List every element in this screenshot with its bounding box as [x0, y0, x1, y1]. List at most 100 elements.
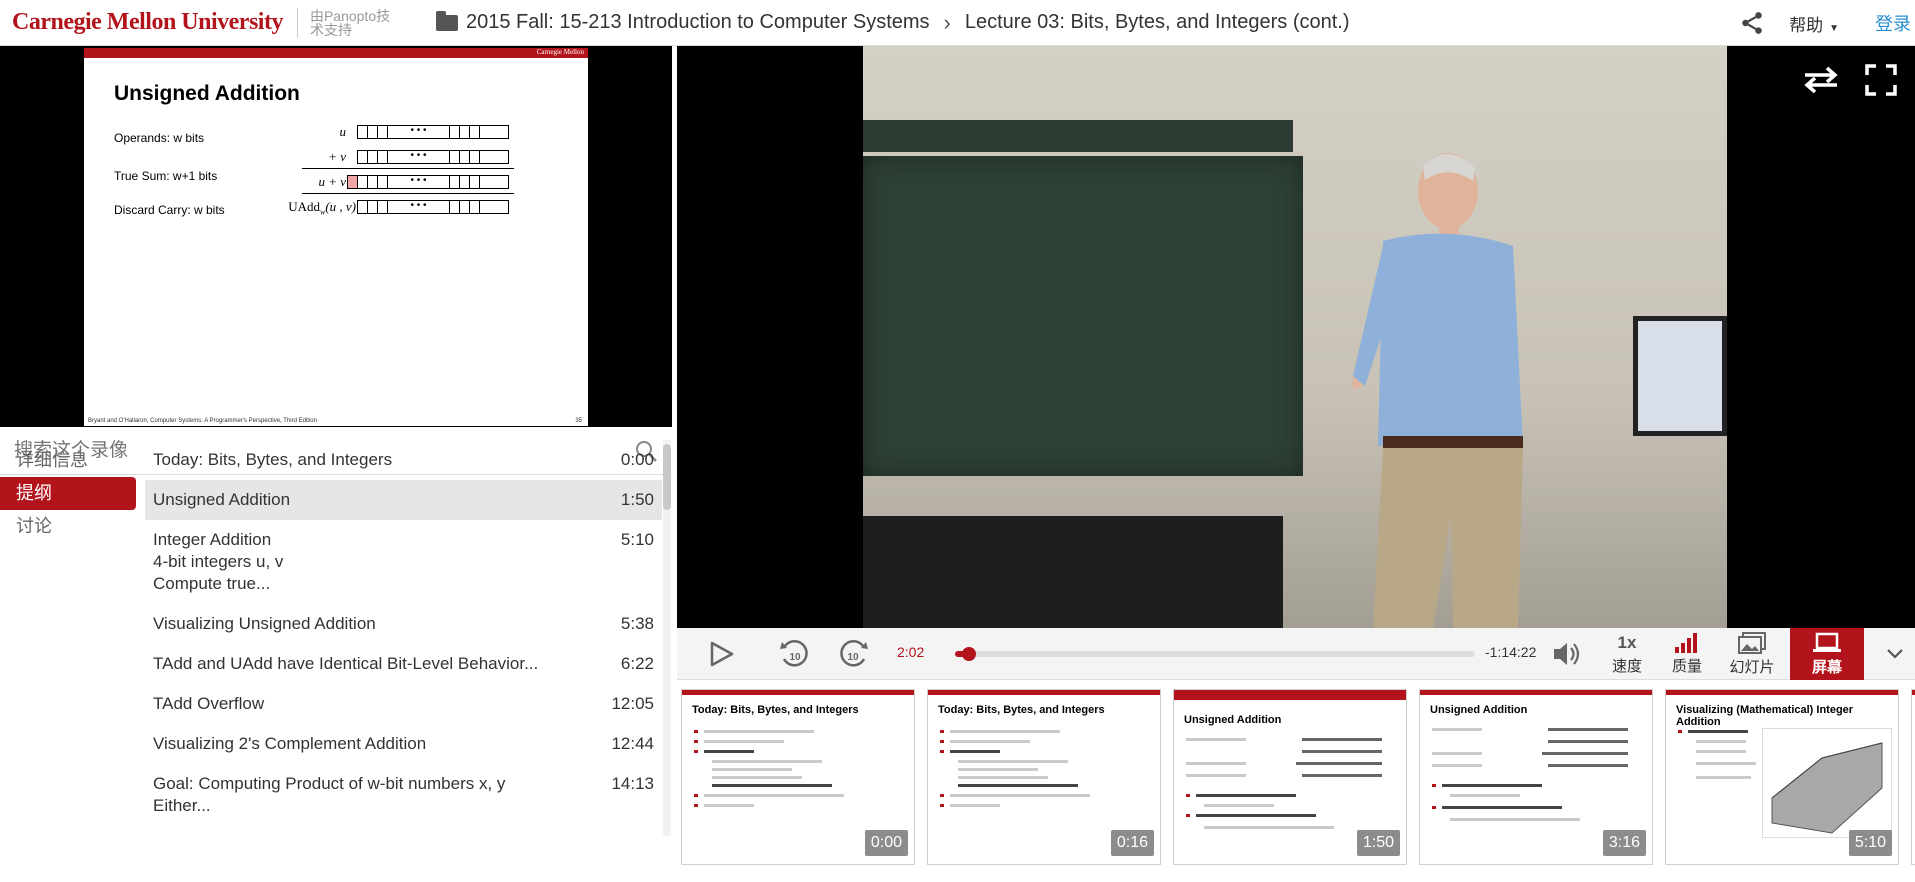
quality-button[interactable]: 质量: [1665, 628, 1709, 680]
outline-item-time: 6:22: [620, 654, 654, 673]
rewind-10-icon[interactable]: 10: [777, 628, 811, 680]
swap-streams-icon[interactable]: [1801, 64, 1841, 96]
sidebar-tabs: 详细信息 提纲 讨论: [0, 444, 136, 543]
thumbnail-time: 1:50: [1356, 830, 1400, 856]
slide-row-true-sum: True Sum: w+1 bits: [114, 169, 218, 183]
bitbox-u: • • •: [357, 125, 509, 139]
share-icon[interactable]: [1739, 10, 1765, 36]
outline-item-subtext: 4-bit integers u, v: [153, 552, 284, 571]
outline-scrollbar[interactable]: [663, 440, 671, 836]
player-controls: 10 10 2:02 -1:14:22 1x 速度 质量 幻灯片 屏幕: [677, 628, 1915, 680]
play-icon[interactable]: [705, 628, 735, 680]
progress-handle[interactable]: [961, 647, 976, 661]
outline-item[interactable]: Goal: Computing Product of w-bit numbers…: [145, 764, 662, 826]
outline-item[interactable]: Visualizing Unsigned Addition 5:38: [145, 604, 662, 644]
tab-details[interactable]: 详细信息: [0, 444, 136, 477]
thumbnail-time: 0:00: [864, 830, 908, 856]
outline-item[interactable]: TAdd Overflow 12:05: [145, 684, 662, 724]
slide-row-operands: Operands: w bits: [114, 131, 205, 145]
slide-header-bar: [84, 48, 588, 58]
outline-item-time: 0:00: [620, 450, 654, 469]
slide-row-discard-carry: Discard Carry: w bits: [114, 203, 225, 217]
bit-dots: • • •: [388, 176, 450, 188]
slides-button[interactable]: 幻灯片: [1727, 628, 1777, 680]
uadd-name: UAdd: [288, 199, 320, 214]
help-label: 帮助: [1789, 15, 1824, 35]
slide-page-number: 35: [575, 418, 582, 424]
outline-item[interactable]: Integer Addition 4-bit integers u, v Com…: [145, 520, 662, 604]
slide-title: Unsigned Addition: [114, 82, 300, 105]
thumbnail-header: [1420, 690, 1652, 695]
outline-item-title: Integer Addition: [153, 530, 272, 549]
laptop-icon: [1813, 632, 1841, 652]
outline-item-selected[interactable]: Unsigned Addition 1:50: [145, 480, 662, 520]
tab-outline[interactable]: 提纲: [0, 477, 136, 510]
outline-item-title: Goal: Computing Product of w-bit numbers…: [153, 774, 506, 793]
help-menu[interactable]: 帮助 ▼: [1789, 11, 1839, 36]
lecturer-figure: [1353, 153, 1523, 628]
bitbox-uadd: • • •: [357, 200, 509, 214]
outline-item[interactable]: Today: Bits, Bytes, and Integers 0:00: [145, 440, 662, 480]
thumbnail-header: [1666, 690, 1898, 695]
video-player[interactable]: [677, 46, 1915, 628]
volume-icon[interactable]: [1549, 628, 1583, 680]
bitbox-v: • • •: [357, 150, 509, 164]
thumbnail-time: 0:16: [1110, 830, 1154, 856]
thumbnail-time: 3:16: [1602, 830, 1646, 856]
chevron-down-icon[interactable]: [1883, 628, 1907, 680]
thumbnail[interactable]: Unsigned Addition 3:16: [1419, 689, 1653, 865]
thumbnail[interactable]: Visualizing (Mathematical) Integer Addit…: [1665, 689, 1899, 865]
tab-discussion[interactable]: 讨论: [0, 510, 136, 543]
speed-button[interactable]: 1x 速度: [1605, 628, 1649, 680]
breadcrumb-lecture-title: Lecture 03: Bits, Bytes, and Integers (c…: [964, 11, 1350, 33]
fullscreen-icon[interactable]: [1865, 64, 1897, 96]
uadd-args: (u , v): [325, 199, 356, 214]
speed-label: 速度: [1611, 657, 1642, 675]
elapsed-time: 2:02: [897, 644, 925, 660]
current-slide[interactable]: Carnegie Mellon Unsigned Addition Operan…: [84, 48, 588, 426]
signal-bars-icon: [1675, 632, 1697, 653]
thumbnail[interactable]: Today: Bits, Bytes, and Integers 0:16: [927, 689, 1161, 865]
screen-label: 屏幕: [1811, 658, 1842, 676]
outline-item[interactable]: Visualizing 2's Complement Addition 12:4…: [145, 724, 662, 764]
svg-text:10: 10: [847, 652, 859, 663]
outline-item-title: Unsigned Addition: [153, 490, 291, 509]
outline-item-subtext: Compute true...: [153, 574, 271, 593]
lecture-desk: [863, 516, 1283, 628]
thumbnail[interactable]: Today: Bits, Bytes, and Integers 0:00: [681, 689, 915, 865]
slide-var-u-plus-v: u + v: [318, 174, 346, 189]
chalkboard-lower: [863, 156, 1303, 476]
outline-item-subtext: Either...: [153, 796, 211, 815]
thumbnail-title: Unsigned Addition: [1430, 704, 1528, 716]
powered-by-text[interactable]: 由Panopto技术支持: [310, 9, 400, 37]
thumbnail-header: [928, 690, 1160, 695]
thumbnail-selected[interactable]: Unsigned Addition 1:50: [1173, 689, 1407, 865]
quality-label: 质量: [1671, 657, 1702, 675]
svg-text:10: 10: [789, 652, 801, 663]
login-link[interactable]: 登录: [1875, 10, 1911, 36]
slides-label: 幻灯片: [1729, 658, 1775, 676]
outline-item[interactable]: TAdd and UAdd have Identical Bit-Level B…: [145, 644, 662, 684]
forward-10-icon[interactable]: 10: [837, 628, 871, 680]
image-icon: [1738, 631, 1766, 654]
outline-item-time: 14:13: [611, 774, 654, 793]
thumbnail-title: Visualizing (Mathematical) Integer Addit…: [1676, 704, 1854, 728]
slide-brand: Carnegie Mellon: [536, 48, 584, 56]
thumbnail-title: Unsigned Addition: [1184, 714, 1282, 726]
breadcrumb-folder-link[interactable]: 2015 Fall: 15-213 Introduction to Comput…: [466, 11, 930, 34]
outline-item-time: 12:44: [611, 734, 654, 753]
outline-item-title: Visualizing 2's Complement Addition: [153, 734, 427, 753]
university-logo[interactable]: Carnegie Mellon University: [12, 9, 283, 36]
slide-viewer: Carnegie Mellon Unsigned Addition Operan…: [0, 46, 672, 427]
caret-down-icon: ▼: [1829, 22, 1839, 34]
slide-var-u: u: [339, 124, 347, 139]
outline-list: Today: Bits, Bytes, and Integers 0:00 Un…: [145, 440, 662, 836]
screen-button[interactable]: 屏幕: [1790, 628, 1864, 680]
outline-item-title: Today: Bits, Bytes, and Integers: [153, 450, 393, 469]
lectern-monitor: [1633, 316, 1727, 436]
outline-item-title: TAdd Overflow: [153, 694, 265, 713]
scrollbar-thumb[interactable]: [663, 444, 671, 510]
progress-bar[interactable]: [955, 647, 1475, 661]
thumbnail-partial[interactable]: [1911, 689, 1915, 865]
slide-carry-line: [302, 193, 514, 194]
